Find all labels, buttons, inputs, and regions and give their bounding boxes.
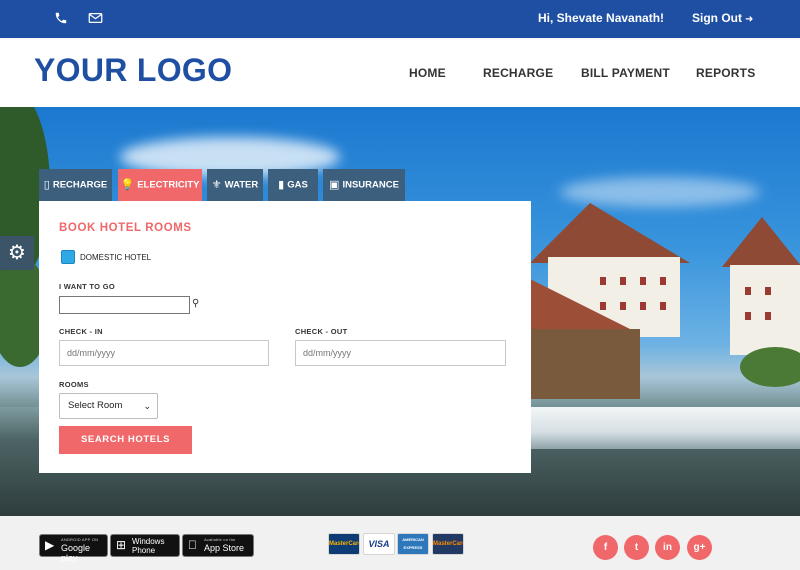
tab-recharge-label: RECHARGE [52,179,108,191]
sign-out-link[interactable]: Sign Out ➜ [692,11,753,25]
tab-electricity-label: ELECTRICITY [137,179,200,191]
form-title: BOOK HOTEL ROOMS [59,222,192,234]
sign-out-label: Sign Out [692,11,742,25]
play-icon: ▶ [45,538,55,552]
site-header: YOUR LOGO HOME RECHARGE BILL PAYMENT REP… [0,38,800,107]
google-play-badge[interactable]: ▶ ANDROID APP ON Google play [39,534,108,563]
mail-icon[interactable] [88,11,104,27]
destination-input[interactable] [59,296,190,314]
gas-cylinder-icon: ▮ [278,179,285,191]
google-play-small: ANDROID APP ON [61,537,99,542]
site-logo[interactable]: YOUR LOGO [34,52,232,89]
hero-waterfall [530,407,800,449]
hero-window [745,287,751,295]
app-store-small: Available on the [204,537,236,542]
rooms-select-value: Select Room [68,400,123,411]
rooms-label: ROOMS [59,380,89,389]
hero-bridge [530,329,640,399]
windows-phone-badge[interactable]: ⊞ Windows Phone [110,534,180,557]
apple-icon:  [188,538,197,552]
tab-insurance-label: INSURANCE [342,179,399,191]
hero-window [660,277,666,285]
bulb-icon: 💡 [120,179,135,191]
tab-insurance[interactable]: ▣ INSURANCE [323,169,405,201]
hero-window [765,287,771,295]
nav-bill-payment[interactable]: BILL PAYMENT [581,66,670,80]
hero-window [620,277,626,285]
app-store-badge[interactable]:  Available on the App Store [182,534,254,557]
twitter-icon[interactable]: t [624,535,649,560]
sign-out-icon: ➜ [745,14,754,25]
hero-window [765,312,771,320]
linkedin-icon[interactable]: in [655,535,680,560]
hotel-booking-panel: BOOK HOTEL ROOMS DOMESTIC HOTEL I WANT T… [39,201,531,473]
destination-label: I WANT TO GO [59,282,115,291]
mastercard-card: MasterCard [432,533,464,555]
check-out-label: CHECK - OUT [295,327,348,336]
check-in-label: CHECK - IN [59,327,103,336]
search-hotels-button[interactable]: SEARCH HOTELS [59,426,192,454]
hero-window [640,302,646,310]
tab-water[interactable]: ⚜ WATER [207,169,263,201]
google-play-big: Google play [61,543,91,563]
site-footer: ▶ ANDROID APP ON Google play ⊞ Windows P… [0,516,800,570]
app-store-big: App Store [204,543,245,553]
hero-roof [530,279,630,329]
amex-card: AMERICAN EXPRESS [397,533,429,555]
chevron-down-icon: ⌄ [143,401,151,411]
mastercard-card: MasterCard [328,533,360,555]
nav-recharge[interactable]: RECHARGE [483,66,553,80]
hero-window [600,277,606,285]
visa-card: VISA [363,533,395,555]
hero-window [745,312,751,320]
domestic-hotel-checkbox[interactable] [61,250,75,264]
hero-window [600,302,606,310]
tab-gas-label: GAS [287,179,308,191]
hero-roof [722,217,800,267]
hero-tree [740,347,800,387]
tab-recharge[interactable]: ▯ RECHARGE [39,169,112,201]
windows-line2: Phone [132,546,156,555]
tap-icon: ⚜ [211,179,222,191]
tab-gas[interactable]: ▮ GAS [268,169,318,201]
windows-icon: ⊞ [116,538,127,552]
hero-house [730,265,800,355]
hero-window [620,302,626,310]
tab-water-label: WATER [224,179,259,191]
facebook-icon[interactable]: f [593,535,618,560]
hero-window [640,277,646,285]
tab-electricity[interactable]: 💡 ELECTRICITY [118,169,202,210]
rooms-select[interactable]: Select Room ⌄ [59,393,158,419]
google-plus-icon[interactable]: g+ [687,535,712,560]
phone-icon[interactable] [54,11,70,27]
hero-window [660,302,666,310]
top-bar: Hi, Shevate Navanath! Sign Out ➜ [0,0,800,38]
windows-line1: Windows [132,537,165,546]
nav-home[interactable]: HOME [409,66,446,80]
settings-gear-icon[interactable]: ⚙ [0,236,34,270]
mobile-icon: ▯ [43,179,50,191]
check-out-input[interactable] [295,340,506,366]
money-icon: ▣ [329,179,340,191]
nav-reports[interactable]: REPORTS [696,66,755,80]
location-pin-icon: ⚲ [192,298,200,309]
domestic-hotel-label: DOMESTIC HOTEL [80,253,152,262]
user-greeting: Hi, Shevate Navanath! [538,11,665,25]
check-in-input[interactable] [59,340,269,366]
hero-roof [530,203,690,263]
